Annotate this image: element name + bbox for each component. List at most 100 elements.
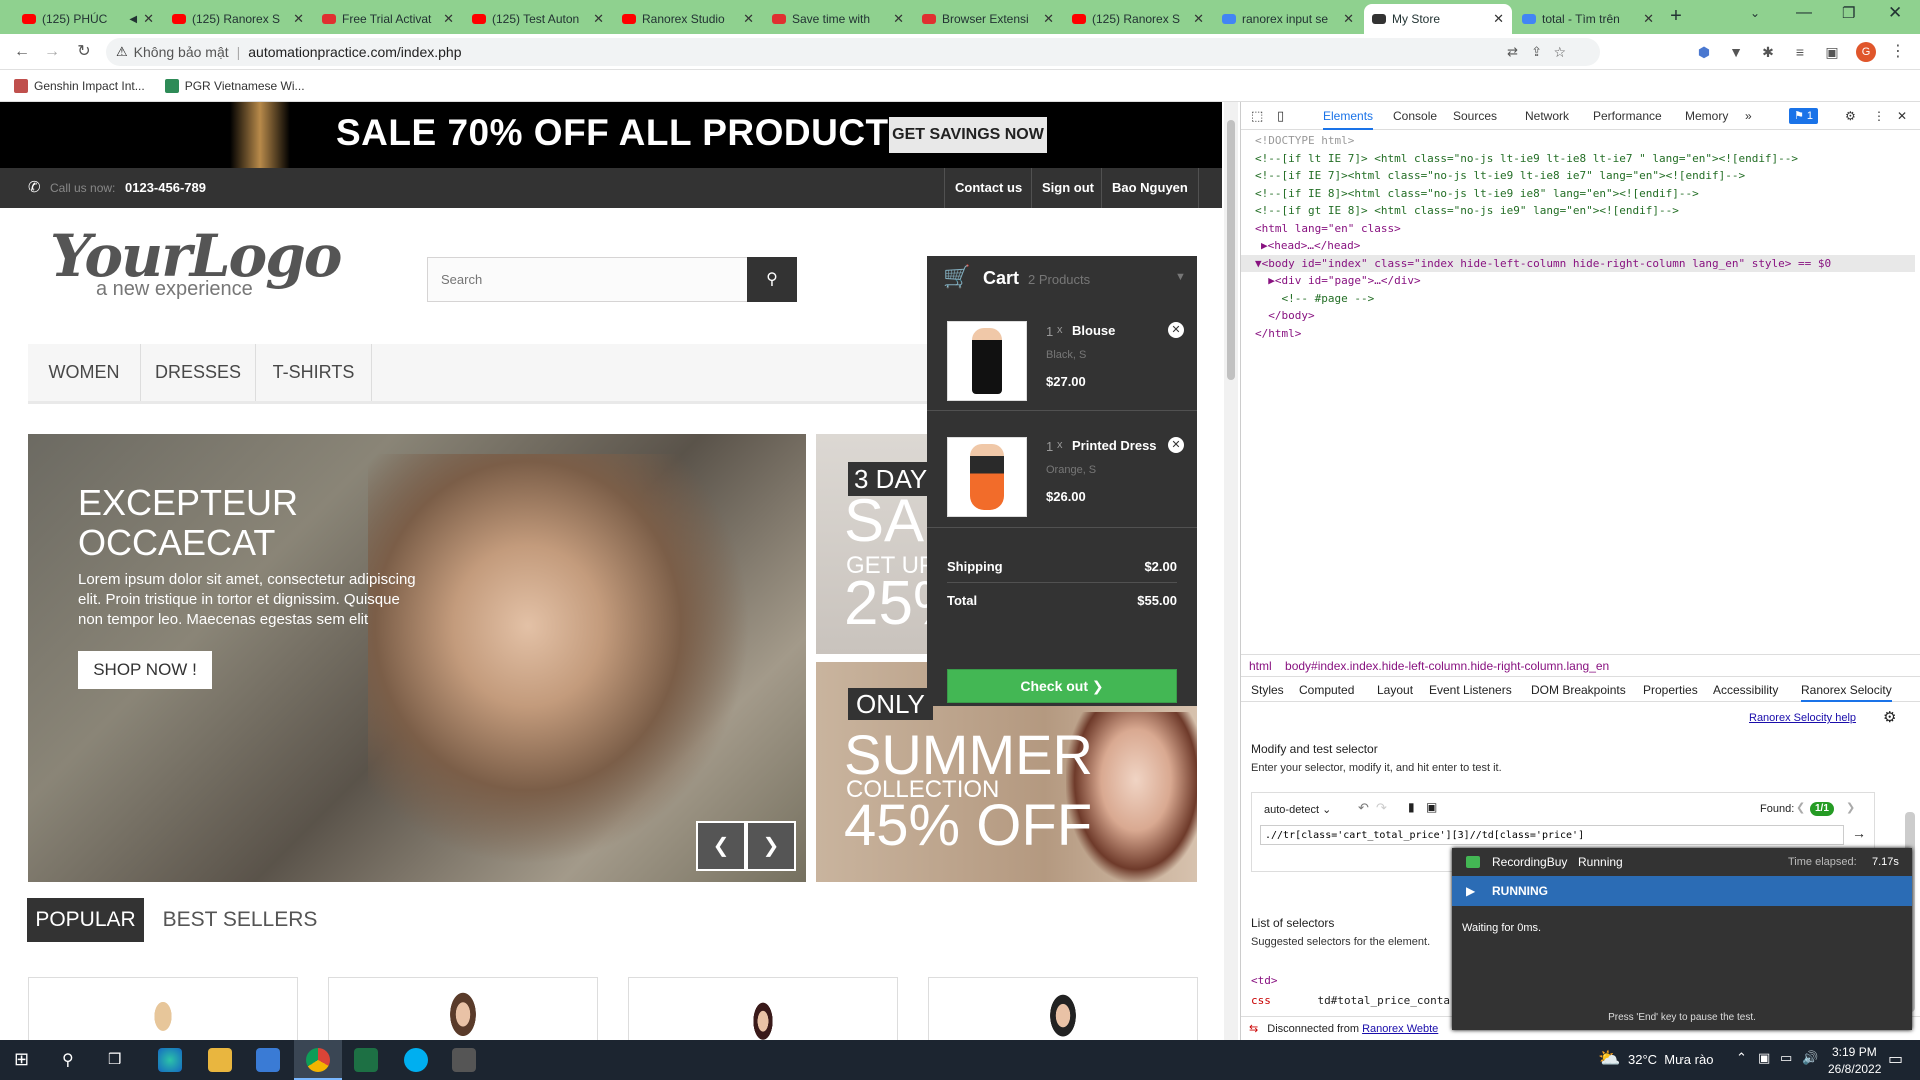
dom-line-selected[interactable]: ▼<body id="index" class="index hide-left… (1241, 254, 1915, 272)
extension-filter-icon[interactable]: ▼ (1724, 41, 1748, 63)
browser-tab[interactable]: Free Trial Activat ✕ (314, 4, 462, 34)
mode-select[interactable]: auto-detect ⌄ (1264, 803, 1331, 816)
dom-line[interactable]: ▶<div id="page">…</div> (1255, 272, 1915, 290)
menu-women[interactable]: WOMEN (28, 344, 141, 401)
product-card[interactable] (928, 977, 1198, 1040)
browser-tab[interactable]: Browser Extensi ✕ (914, 4, 1062, 34)
tab-close-icon[interactable]: ✕ (1643, 11, 1654, 27)
forward-icon[interactable]: → (40, 41, 64, 63)
tab-close-icon[interactable]: ✕ (293, 11, 304, 27)
extensions-puzzle-icon[interactable]: ✱ (1756, 41, 1780, 63)
dom-line[interactable]: <!--[if gt IE 8]> <html class="no-js ie9… (1255, 202, 1915, 220)
device-toggle-icon[interactable]: ▯ (1277, 102, 1284, 130)
excel-icon[interactable] (354, 1048, 378, 1072)
tab-close-icon[interactable]: ✕ (143, 11, 154, 27)
page-scrollbar-track[interactable] (1224, 102, 1238, 1040)
dom-line[interactable]: <!DOCTYPE html> (1255, 132, 1915, 150)
browser-tab[interactable]: My Store ✕ (1364, 4, 1512, 34)
shop-now-button[interactable]: SHOP NOW ! (78, 651, 212, 689)
product-card[interactable] (28, 977, 298, 1040)
close-window-button[interactable]: ✕ (1888, 3, 1902, 23)
tab-sources[interactable]: Sources (1453, 102, 1497, 130)
skype-icon[interactable] (404, 1048, 428, 1072)
clock-date[interactable]: 26/8/2022 (1828, 1062, 1881, 1076)
browser-tab[interactable]: (125) Ranorex S ✕ (1064, 4, 1212, 34)
run-selector-arrow-icon[interactable]: → (1852, 825, 1866, 841)
bookmark-item[interactable]: PGR Vietnamese Wi... (164, 78, 305, 93)
sign-out-link[interactable]: Sign out (1031, 168, 1104, 208)
share-icon[interactable]: ⇪ (1531, 44, 1542, 60)
minimize-button[interactable]: — (1796, 4, 1812, 22)
store-logo[interactable]: YourLogo a new experience (50, 224, 350, 314)
browser-tab[interactable]: (125) Test Auton ✕ (464, 4, 612, 34)
tab-close-icon[interactable]: ✕ (1043, 11, 1054, 27)
item-name[interactable]: Blouse (1072, 323, 1115, 338)
dom-line[interactable]: <html lang="en" class> (1255, 220, 1915, 238)
devtools-menu-icon[interactable]: ⋮ (1873, 102, 1885, 130)
tray-chevron-icon[interactable]: ⌃ (1736, 1050, 1747, 1066)
side-panel-icon[interactable]: ▣ (1820, 41, 1844, 63)
browser-tab[interactable]: ranorex input se ✕ (1214, 4, 1362, 34)
address-bar[interactable]: ⚠ Không bảo mật | automationpractice.com… (106, 38, 1600, 66)
search-button[interactable]: ⚲ (747, 257, 797, 302)
dom-line[interactable]: </body> (1255, 307, 1915, 325)
reload-icon[interactable]: ↻ (72, 41, 96, 63)
get-savings-button[interactable]: GET SAVINGS NOW (889, 117, 1047, 153)
tab-close-icon[interactable]: ✕ (1193, 11, 1204, 27)
dom-line[interactable]: <!-- #page --> (1255, 290, 1915, 308)
product-thumbnail[interactable] (947, 437, 1027, 517)
menu-tshirts[interactable]: T-SHIRTS (256, 344, 372, 401)
bookmark-item[interactable]: Genshin Impact Int... (14, 78, 145, 93)
dom-line[interactable]: </html> (1255, 325, 1915, 343)
network-icon[interactable]: ▭ (1780, 1050, 1792, 1066)
new-tab-button[interactable]: + (1664, 5, 1688, 29)
dom-line[interactable]: <!--[if IE 7]><html class="no-js lt-ie9 … (1255, 167, 1915, 185)
extension-translate-icon[interactable]: ⬢ (1692, 41, 1716, 63)
subtab-computed[interactable]: Computed (1299, 677, 1354, 703)
translate-icon[interactable]: ⇄ (1507, 44, 1518, 60)
dom-line[interactable]: ▶<head>…</head> (1255, 237, 1915, 255)
disconnected-link[interactable]: Ranorex Webte (1362, 1023, 1438, 1035)
page-scrollbar-thumb[interactable] (1227, 120, 1235, 380)
highlight-icon[interactable]: ▣ (1426, 800, 1437, 814)
tab-close-icon[interactable]: ✕ (443, 11, 454, 27)
breadcrumb-html[interactable]: html (1249, 659, 1272, 673)
tab-popular[interactable]: POPULAR (27, 898, 144, 942)
contact-us-link[interactable]: Contact us (944, 168, 1032, 208)
account-link[interactable]: Bao Nguyen (1101, 168, 1199, 208)
tab-search-icon[interactable]: ⌄ (1750, 6, 1760, 20)
chevron-right-icon[interactable]: ❯ (1846, 801, 1855, 814)
item-name[interactable]: Printed Dress (1072, 438, 1157, 453)
chevron-left-icon[interactable]: ❮ (1796, 801, 1805, 814)
inspect-icon[interactable]: ⬚ (1251, 102, 1263, 130)
product-thumbnail[interactable] (947, 321, 1027, 401)
menu-dresses[interactable]: DRESSES (141, 344, 256, 401)
more-tabs-icon[interactable]: » (1745, 102, 1752, 130)
browser-tab[interactable]: (125) Ranorex S ✕ (164, 4, 312, 34)
profile-avatar[interactable]: G (1856, 42, 1876, 62)
weather-text[interactable]: 32°C Mưa rào (1628, 1052, 1713, 1067)
tab-performance[interactable]: Performance (1593, 102, 1662, 130)
search-icon[interactable]: ⚲ (62, 1050, 74, 1070)
selector-input[interactable] (1260, 825, 1844, 845)
notifications-icon[interactable]: ▭ (1888, 1049, 1903, 1069)
tab-audio-icon[interactable]: ◀ (129, 14, 137, 25)
subtab-ranorex-selocity[interactable]: Ranorex Selocity (1801, 677, 1892, 702)
selocity-help-link[interactable]: Ranorex Selocity help (1749, 712, 1856, 724)
tab-best-sellers[interactable]: BEST SELLERS (160, 898, 320, 942)
subtab-event-listeners[interactable]: Event Listeners (1429, 677, 1512, 703)
clock-time[interactable]: 3:19 PM (1832, 1045, 1877, 1059)
checkout-button[interactable]: Check out ❯ (947, 669, 1177, 703)
reading-list-icon[interactable]: ≡ (1788, 41, 1812, 63)
tab-close-icon[interactable]: ✕ (1493, 11, 1504, 27)
css-selector-row[interactable]: css td#total_price_conta (1251, 992, 1451, 1010)
dom-line[interactable]: <!--[if IE 8]><html class="no-js lt-ie9 … (1255, 185, 1915, 203)
redo-icon[interactable]: ↷ (1376, 800, 1387, 816)
subtab-properties[interactable]: Properties (1643, 677, 1698, 703)
subtab-layout[interactable]: Layout (1377, 677, 1413, 703)
cart-header[interactable]: 🛒 Cart 2 Products ▼ (927, 256, 1197, 301)
undo-icon[interactable]: ↶ (1358, 800, 1369, 816)
file-explorer-icon[interactable] (208, 1048, 232, 1072)
remove-item-icon[interactable]: ✕ (1168, 322, 1184, 338)
start-windows-icon[interactable]: ⊞ (14, 1049, 29, 1070)
